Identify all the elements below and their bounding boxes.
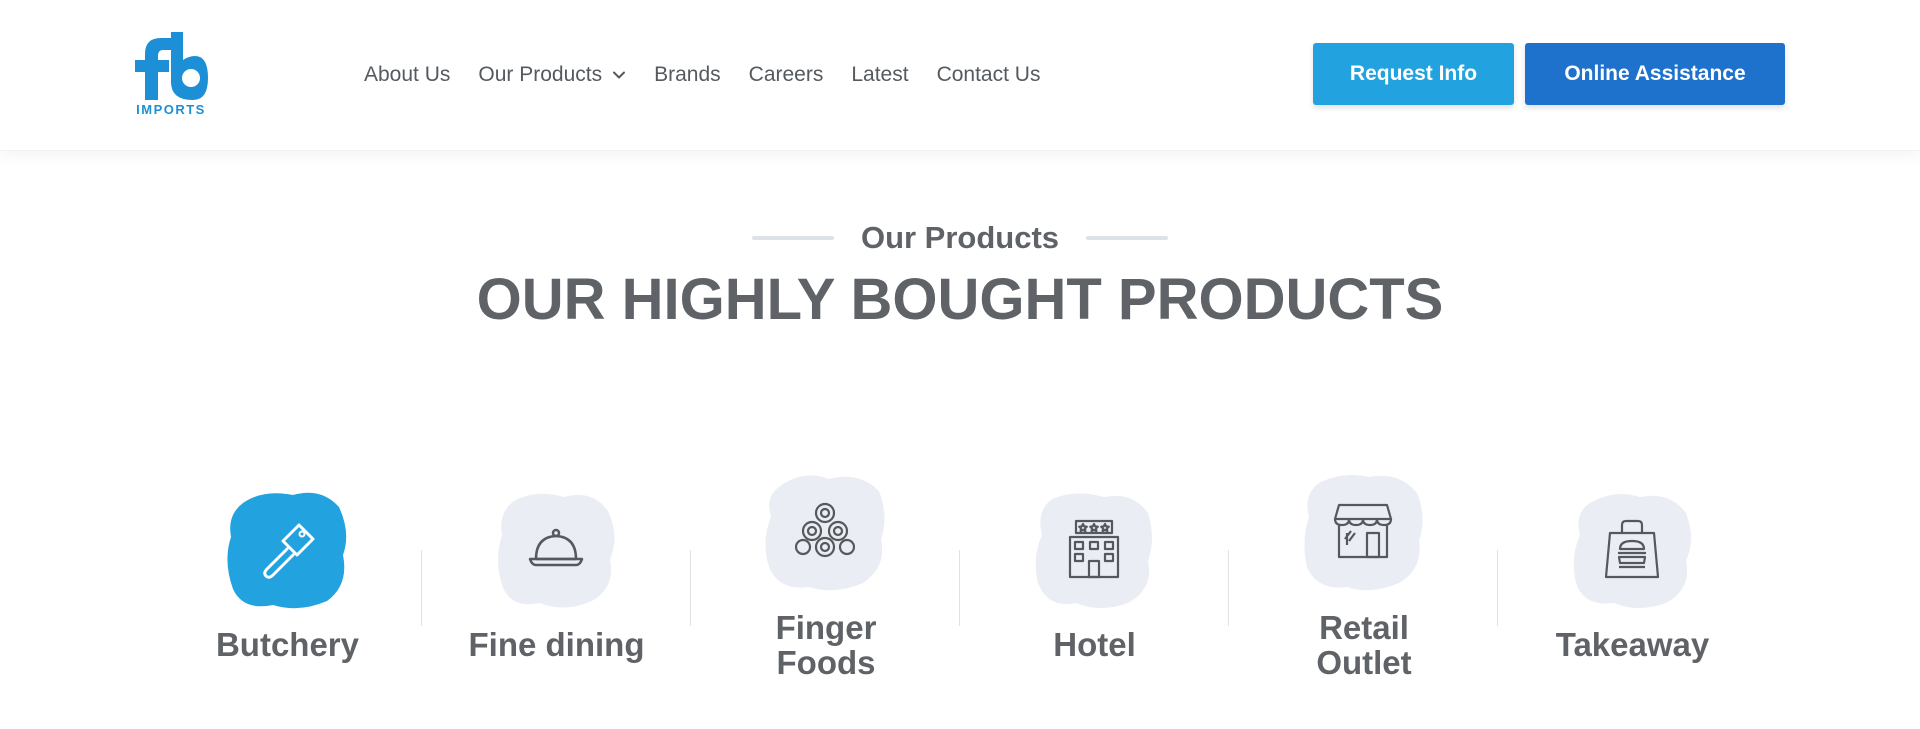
chevron-down-icon <box>613 71 626 79</box>
nav-latest-label: Latest <box>851 63 909 86</box>
nav-brands[interactable]: Brands <box>654 63 721 87</box>
category-label: Butchery <box>215 626 360 663</box>
category-badge <box>761 467 889 595</box>
category-label: Retail Outlet <box>1316 609 1412 681</box>
category-badge <box>223 485 351 613</box>
nav-brands-label: Brands <box>654 63 721 86</box>
site-header: IMPORTS About Us Our Products Brands Car… <box>0 0 1920 151</box>
category-hotel[interactable]: Hotel <box>960 455 1229 695</box>
hotel-building-icon <box>1068 519 1120 579</box>
cleaver-icon <box>263 523 315 579</box>
fb-logo-icon <box>135 32 208 100</box>
online-assistance-button[interactable]: Online Assistance <box>1525 43 1785 105</box>
main-navigation: About Us Our Products Brands Careers Lat… <box>364 60 1068 90</box>
nav-latest[interactable]: Latest <box>851 63 908 87</box>
nav-contact-us-label: Contact Us <box>936 63 1041 86</box>
section-subtitle: Our Products <box>860 220 1060 255</box>
nav-careers-label: Careers <box>748 63 824 86</box>
takeaway-bag-icon <box>1604 519 1660 579</box>
category-takeaway[interactable]: Takeaway <box>1498 455 1767 695</box>
product-categories: Butchery Fine dining Finger Foods Hotel … <box>153 455 1767 695</box>
category-label: Hotel <box>1053 626 1136 663</box>
category-badge <box>1568 485 1696 613</box>
category-badge <box>492 485 620 613</box>
category-label: Finger Foods <box>775 609 877 681</box>
nav-careers[interactable]: Careers <box>749 63 824 87</box>
storefront-icon <box>1333 503 1393 559</box>
nav-about-us[interactable]: About Us <box>364 63 450 87</box>
subtitle-divider-right <box>1086 236 1169 240</box>
fb-imports-logo[interactable]: IMPORTS <box>131 30 209 120</box>
category-fine-dining[interactable]: Fine dining <box>422 455 691 695</box>
section-title: OUR HIGHLY BOUGHT PRODUCTS <box>476 267 1444 332</box>
category-retail-outlet[interactable]: Retail Outlet <box>1229 455 1498 695</box>
subtitle-divider-left <box>751 236 834 240</box>
nav-about-us-label: About Us <box>364 63 451 86</box>
nav-our-products[interactable]: Our Products <box>478 63 626 87</box>
cloche-icon <box>528 528 584 567</box>
logo-wordmark: IMPORTS <box>136 102 206 117</box>
category-butchery[interactable]: Butchery <box>153 455 422 695</box>
category-finger-foods[interactable]: Finger Foods <box>691 455 960 695</box>
category-label: Takeaway <box>1555 626 1710 663</box>
request-info-button[interactable]: Request Info <box>1313 43 1514 105</box>
category-badge <box>1030 485 1158 613</box>
nav-our-products-label: Our Products <box>478 63 603 86</box>
category-label: Fine dining <box>468 626 645 663</box>
section-subtitle-row: Our Products <box>0 220 1920 256</box>
category-badge <box>1299 467 1427 595</box>
nav-contact-us[interactable]: Contact Us <box>937 63 1041 87</box>
sushi-rolls-icon <box>795 502 855 558</box>
